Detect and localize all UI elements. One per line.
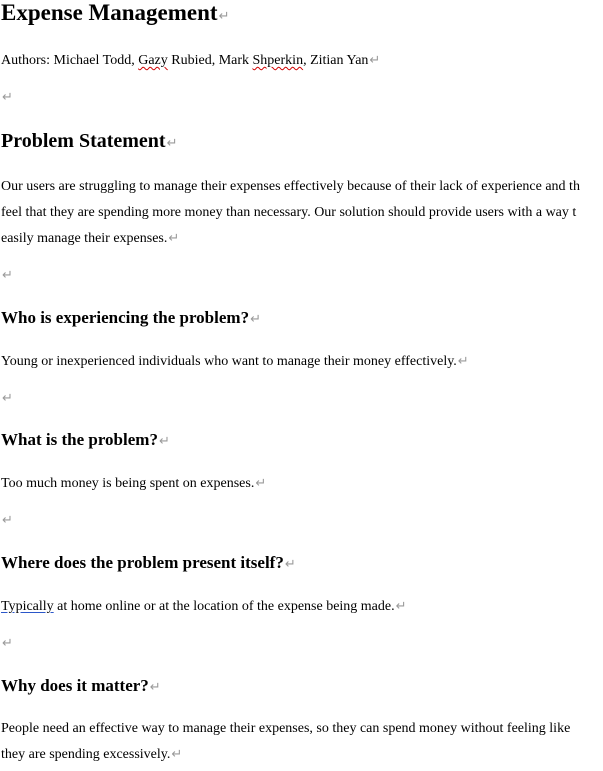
why-heading: Why does it matter?↵ [1, 676, 161, 697]
paragraph-mark-icon: ↵ [168, 230, 180, 245]
what-paragraph: Too much money is being spent on expense… [1, 474, 266, 493]
authors-middle: Rubied, Mark [167, 53, 253, 68]
who-paragraph: Young or inexperienced individuals who w… [1, 352, 469, 371]
heading-text: Where does the problem present itself? [1, 553, 284, 572]
paragraph-mark-icon: ↵ [149, 679, 161, 694]
heading-text: Why does it matter? [1, 676, 149, 695]
paragraph-mark-icon: ↵ [218, 8, 230, 23]
spelling-flagged-word[interactable]: Gazy [138, 53, 168, 68]
paragraph-mark-icon: ↵ [166, 135, 178, 150]
document-title-text: Expense Management [1, 0, 218, 25]
empty-paragraph-mark-icon: ↵ [2, 512, 13, 527]
document-title: Expense Management↵ [1, 0, 229, 29]
empty-paragraph-mark-icon: ↵ [2, 267, 13, 282]
where-paragraph: Typically at home online or at the locat… [1, 597, 407, 616]
who-heading: Who is experiencing the problem?↵ [1, 308, 261, 329]
empty-paragraph-mark-icon: ↵ [2, 390, 13, 405]
authors-line: Authors: Michael Todd, Gazy Rubied, Mark… [1, 51, 380, 70]
paragraph-text: they are spending excessively. [1, 747, 171, 762]
paragraph-text: at home online or at the location of the… [53, 599, 395, 614]
where-heading: Where does the problem present itself?↵ [1, 553, 296, 574]
grammar-flagged-word[interactable]: Typically [1, 599, 54, 614]
what-heading: What is the problem?↵ [1, 430, 170, 451]
heading-text: Problem Statement [1, 130, 166, 152]
paragraph-mark-icon: ↵ [284, 556, 296, 571]
paragraph-mark-icon: ↵ [255, 475, 267, 490]
paragraph-text: Too much money is being spent on expense… [1, 476, 255, 491]
why-paragraph-line: People need an effective way to manage t… [1, 721, 571, 736]
paragraph-mark-icon: ↵ [158, 433, 170, 448]
problem-statement-line: Our users are struggling to manage their… [1, 179, 580, 194]
heading-text: What is the problem? [1, 430, 158, 449]
paragraph-mark-icon: ↵ [395, 598, 407, 613]
problem-statement-line: feel that they are spending more money t… [1, 205, 577, 220]
paragraph-mark-icon: ↵ [171, 746, 183, 761]
spelling-flagged-word[interactable]: Shperkin [253, 53, 304, 68]
paragraph-mark-icon: ↵ [457, 353, 469, 368]
paragraph-mark-icon: ↵ [369, 52, 381, 67]
authors-prefix: Authors: Michael Todd, [1, 53, 139, 68]
document-page[interactable]: Expense Management↵ Authors: Michael Tod… [0, 0, 603, 771]
paragraph-mark-icon: ↵ [250, 311, 261, 326]
paragraph-text: Young or inexperienced individuals who w… [1, 354, 457, 369]
empty-paragraph-mark-icon: ↵ [2, 635, 13, 650]
why-paragraph-line: they are spending excessively.↵ [1, 745, 182, 764]
empty-paragraph-mark-icon: ↵ [2, 89, 13, 104]
authors-suffix: , Zitian Yan [303, 53, 369, 68]
problem-statement-line: easily manage their expenses.↵ [1, 229, 179, 248]
heading-text: Who is experiencing the problem? [1, 308, 250, 327]
paragraph-text: easily manage their expenses. [1, 231, 168, 246]
problem-statement-heading: Problem Statement↵ [1, 129, 178, 155]
